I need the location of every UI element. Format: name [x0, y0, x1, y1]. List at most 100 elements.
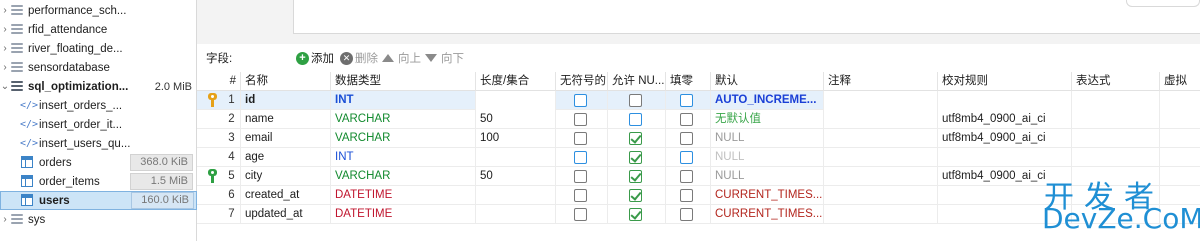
unsigned-checkbox[interactable] — [574, 170, 587, 183]
zerofill-cell[interactable] — [666, 148, 711, 167]
allow-null-cell[interactable] — [608, 167, 666, 186]
tree-item-users[interactable]: users 160.0 KiB — [0, 191, 197, 210]
unsigned-checkbox[interactable] — [574, 151, 587, 164]
col-header-name[interactable]: 名称 — [241, 72, 331, 91]
unsigned-checkbox[interactable] — [574, 208, 587, 221]
unsigned-cell[interactable] — [556, 129, 608, 148]
field-virtual-cell[interactable] — [1160, 110, 1200, 129]
field-type-cell[interactable]: VARCHAR — [331, 129, 476, 148]
unsigned-checkbox[interactable] — [574, 189, 587, 202]
allow-null-cell[interactable] — [608, 148, 666, 167]
chevron-right-icon[interactable]: › — [0, 24, 10, 35]
tree-item-rfid-attendance[interactable]: › rfid_attendance — [0, 20, 197, 39]
allow-null-checkbox[interactable] — [629, 189, 642, 202]
col-header-allow-null[interactable]: 允许 NU... — [608, 72, 666, 91]
unsigned-cell[interactable] — [556, 167, 608, 186]
tree-item-insert-orders[interactable]: </> insert_orders_... — [0, 96, 197, 115]
col-header-collation[interactable]: 校对规则 — [938, 72, 1072, 91]
col-header-unsigned[interactable]: 无符号的 — [556, 72, 608, 91]
zerofill-checkbox[interactable] — [680, 208, 693, 221]
tree-item-performance-schema[interactable]: › performance_sch... — [0, 1, 197, 20]
allow-null-checkbox[interactable] — [629, 94, 642, 107]
chevron-right-icon[interactable]: › — [0, 5, 10, 16]
field-comment-cell[interactable] — [824, 167, 938, 186]
allow-null-cell[interactable] — [608, 129, 666, 148]
field-default-cell[interactable]: NULL — [711, 167, 824, 186]
field-type-cell[interactable]: INT — [331, 148, 476, 167]
unsigned-checkbox[interactable] — [574, 132, 587, 145]
field-expression-cell[interactable] — [1072, 148, 1160, 167]
field-name-cell[interactable]: id — [241, 91, 331, 110]
zerofill-checkbox[interactable] — [680, 94, 693, 107]
tree-item-sql-optimization[interactable]: ⌄ sql_optimization... 2.0 MiB — [0, 77, 197, 96]
zerofill-checkbox[interactable] — [680, 113, 693, 126]
field-type-cell[interactable]: VARCHAR — [331, 110, 476, 129]
field-default-cell[interactable]: NULL — [711, 129, 824, 148]
allow-null-cell[interactable] — [608, 205, 666, 224]
zerofill-cell[interactable] — [666, 167, 711, 186]
zerofill-cell[interactable] — [666, 110, 711, 129]
tree-item-sys[interactable]: › sys — [0, 210, 197, 229]
field-length-cell[interactable] — [476, 148, 556, 167]
field-type-cell[interactable]: DATETIME — [331, 205, 476, 224]
field-collation-cell[interactable]: utf8mb4_0900_ai_ci — [938, 129, 1072, 148]
field-name-cell[interactable]: updated_at — [241, 205, 331, 224]
field-collation-cell[interactable]: utf8mb4_0900_ai_ci — [938, 110, 1072, 129]
field-name-cell[interactable]: created_at — [241, 186, 331, 205]
field-default-cell[interactable]: NULL — [711, 148, 824, 167]
field-length-cell[interactable] — [476, 186, 556, 205]
field-name-cell[interactable]: name — [241, 110, 331, 129]
allow-null-cell[interactable] — [608, 110, 666, 129]
field-name-cell[interactable]: email — [241, 129, 331, 148]
unsigned-cell[interactable] — [556, 110, 608, 129]
col-header-expression[interactable]: 表达式 — [1072, 72, 1160, 91]
delete-field-button[interactable]: ✕ 删除 — [340, 50, 378, 66]
zerofill-cell[interactable] — [666, 91, 711, 110]
field-expression-cell[interactable] — [1072, 91, 1160, 110]
col-header-default[interactable]: 默认 — [711, 72, 824, 91]
table-row[interactable]: 3 email VARCHAR 100 NULL utf8mb4_0900_ai… — [197, 129, 1200, 148]
unsigned-cell[interactable] — [556, 186, 608, 205]
field-collation-cell[interactable] — [938, 91, 1072, 110]
unsigned-checkbox[interactable] — [574, 113, 587, 126]
tree-item-river-floating[interactable]: › river_floating_de... — [0, 39, 197, 58]
field-length-cell[interactable] — [476, 91, 556, 110]
allow-null-cell[interactable] — [608, 91, 666, 110]
table-row[interactable]: 1 id INT AUTO_INCREME... — [197, 91, 1200, 110]
field-default-cell[interactable]: AUTO_INCREME... — [711, 91, 824, 110]
field-length-cell[interactable]: 50 — [476, 110, 556, 129]
field-virtual-cell[interactable] — [1160, 91, 1200, 110]
tree-item-orders[interactable]: orders 368.0 KiB — [0, 153, 197, 172]
zerofill-cell[interactable] — [666, 186, 711, 205]
table-row[interactable]: 2 name VARCHAR 50 无默认值 utf8mb4_0900_ai_c… — [197, 110, 1200, 129]
zerofill-cell[interactable] — [666, 129, 711, 148]
field-expression-cell[interactable] — [1072, 129, 1160, 148]
zerofill-checkbox[interactable] — [680, 151, 693, 164]
allow-null-checkbox[interactable] — [629, 151, 642, 164]
field-default-cell[interactable]: 无默认值 — [711, 110, 824, 129]
tree-item-insert-order-items[interactable]: </> insert_order_it... — [0, 115, 197, 134]
move-down-button[interactable]: 向下 — [425, 50, 464, 66]
field-comment-cell[interactable] — [824, 110, 938, 129]
field-comment-cell[interactable] — [824, 186, 938, 205]
field-comment-cell[interactable] — [824, 91, 938, 110]
field-expression-cell[interactable] — [1072, 110, 1160, 129]
tree-item-insert-users[interactable]: </> insert_users_qu... — [0, 134, 197, 153]
allow-null-checkbox[interactable] — [629, 208, 642, 221]
chevron-right-icon[interactable]: › — [0, 62, 10, 73]
col-header-virtual[interactable]: 虚拟 — [1160, 72, 1200, 91]
unsigned-cell[interactable] — [556, 205, 608, 224]
add-field-button[interactable]: + 添加 — [296, 50, 334, 66]
col-header-comment[interactable]: 注释 — [824, 72, 938, 91]
panel-tab[interactable] — [1126, 0, 1200, 7]
table-row[interactable]: 4 age INT NULL — [197, 148, 1200, 167]
tree-item-sensordatabase[interactable]: › sensordatabase — [0, 58, 197, 77]
field-virtual-cell[interactable] — [1160, 129, 1200, 148]
field-type-cell[interactable]: INT — [331, 91, 476, 110]
field-comment-cell[interactable] — [824, 148, 938, 167]
allow-null-checkbox[interactable] — [629, 113, 642, 126]
allow-null-checkbox[interactable] — [629, 132, 642, 145]
col-header-type[interactable]: 数据类型 — [331, 72, 476, 91]
comment-textarea[interactable] — [293, 0, 1200, 34]
field-virtual-cell[interactable] — [1160, 148, 1200, 167]
